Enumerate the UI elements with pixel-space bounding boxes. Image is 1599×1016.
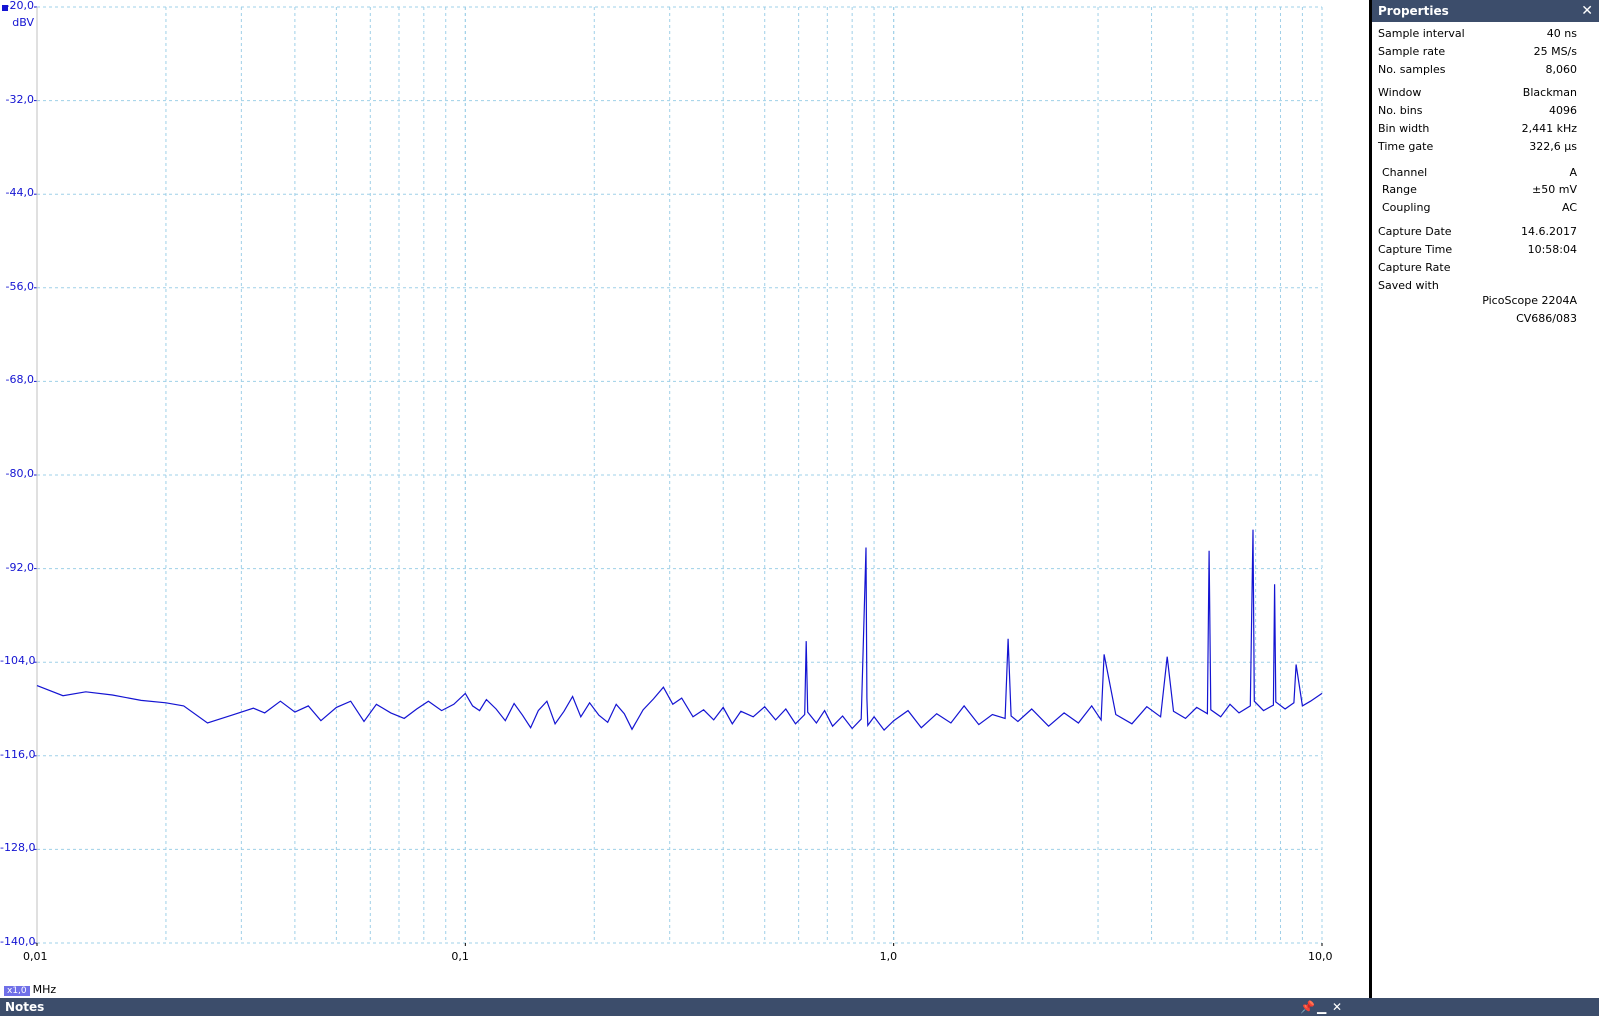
x-zoom-badge[interactable]: x1,0 bbox=[4, 986, 30, 996]
x-tick-label: 10,0 bbox=[1308, 950, 1333, 963]
y-tick-label: -80,0 bbox=[5, 467, 34, 480]
y-tick-label: -104,0 bbox=[0, 654, 36, 668]
properties-header: Properties ✕ bbox=[1372, 0, 1599, 22]
property-value: A bbox=[1569, 166, 1577, 179]
spectrum-plot[interactable]: dBV -20,0 -32,0 -44,0 -56,0 -68,0 -80,0 -92,0 -… bbox=[0, 0, 1372, 998]
property-row: Capture Date 14.6.2017 bbox=[1378, 225, 1577, 241]
property-key: Range bbox=[1382, 183, 1417, 196]
saved-with-line: CV686/083 bbox=[1516, 312, 1577, 325]
property-key: Saved with bbox=[1378, 279, 1439, 292]
y-tick-label: -68,0 bbox=[5, 373, 34, 387]
pin-icon[interactable]: 📌 bbox=[1300, 998, 1315, 1016]
property-key: Sample rate bbox=[1378, 45, 1446, 58]
property-value: 40 ns bbox=[1546, 27, 1577, 40]
property-row: No. bins 4096 bbox=[1378, 104, 1577, 120]
x-axis-unit: MHz bbox=[32, 983, 57, 996]
property-row: Capture Rate bbox=[1378, 261, 1577, 277]
spectrum-chart[interactable] bbox=[0, 0, 1369, 998]
minimize-icon[interactable]: ▁ bbox=[1317, 998, 1326, 1016]
y-tick-label: -92,0 bbox=[5, 560, 34, 574]
property-key: Capture Rate bbox=[1378, 261, 1451, 274]
property-value: 25 MS/s bbox=[1533, 45, 1577, 58]
property-value: 10:58:04 bbox=[1527, 243, 1577, 256]
property-value: 14.6.2017 bbox=[1521, 225, 1577, 238]
y-tick-label: -140,0 bbox=[0, 935, 36, 948]
property-value: Blackman bbox=[1522, 86, 1577, 99]
spectrum-series-line bbox=[36, 529, 1323, 732]
property-value: 4096 bbox=[1549, 104, 1577, 117]
property-key: Capture Date bbox=[1378, 225, 1452, 238]
property-value: 8,060 bbox=[1545, 63, 1578, 76]
property-value: 2,441 kHz bbox=[1521, 122, 1577, 135]
saved-with-line: PicoScope 2204A bbox=[1482, 294, 1577, 307]
property-value: AC bbox=[1561, 201, 1577, 214]
properties-title: Properties bbox=[1378, 4, 1449, 18]
y-tick-label: -32,0 bbox=[5, 92, 34, 106]
property-row: Window Blackman bbox=[1378, 86, 1577, 102]
property-key: Bin width bbox=[1378, 122, 1430, 135]
property-row: Sample rate 25 MS/s bbox=[1378, 45, 1577, 61]
close-icon[interactable]: ✕ bbox=[1581, 0, 1593, 22]
property-row: Capture Time 10:58:04 bbox=[1378, 243, 1577, 259]
notes-bar: Notes 📌 ▁ ✕ bbox=[0, 998, 1599, 1016]
property-key: Channel bbox=[1382, 166, 1428, 179]
property-row: No. samples 8,060 bbox=[1378, 63, 1577, 79]
x-axis-unit-area: x1,0 MHz bbox=[4, 983, 56, 996]
y-tick-label: -116,0 bbox=[0, 747, 36, 761]
y-tick-label: -56,0 bbox=[5, 279, 34, 293]
property-row: Coupling AC bbox=[1382, 201, 1577, 217]
properties-panel: Properties ✕ Sample interval 40 ns Sample … bbox=[1372, 0, 1599, 998]
property-row: Channel A bbox=[1382, 166, 1577, 182]
y-tick-label: -44,0 bbox=[5, 186, 34, 200]
y-tick-label: -128,0 bbox=[0, 841, 36, 855]
property-key: Sample interval bbox=[1378, 27, 1465, 40]
x-tick-label: 0,1 bbox=[451, 950, 469, 963]
property-row: Time gate 322,6 µs bbox=[1378, 140, 1577, 156]
property-value: ±50 mV bbox=[1532, 183, 1577, 196]
x-tick-label: 1,0 bbox=[879, 950, 898, 963]
property-row: Sample interval 40 ns bbox=[1378, 27, 1577, 43]
property-key: Coupling bbox=[1382, 201, 1431, 214]
property-key: Capture Time bbox=[1378, 243, 1453, 256]
property-value: 322,6 µs bbox=[1529, 140, 1577, 153]
property-row: Range ±50 mV bbox=[1382, 183, 1577, 199]
property-row: Saved with bbox=[1378, 279, 1577, 295]
y-axis-unit: dBV bbox=[12, 16, 34, 29]
property-key: No. bins bbox=[1378, 104, 1423, 117]
x-tick-label: 0,01 bbox=[23, 950, 48, 963]
property-key: Time gate bbox=[1378, 140, 1434, 153]
notes-title: Notes bbox=[5, 1000, 45, 1014]
property-row: Bin width 2,441 kHz bbox=[1378, 122, 1577, 138]
property-key: Window bbox=[1378, 86, 1422, 99]
property-key: No. samples bbox=[1378, 63, 1446, 76]
close-icon[interactable]: ✕ bbox=[1332, 998, 1342, 1016]
y-tick-label: -20,0 bbox=[5, 0, 34, 12]
